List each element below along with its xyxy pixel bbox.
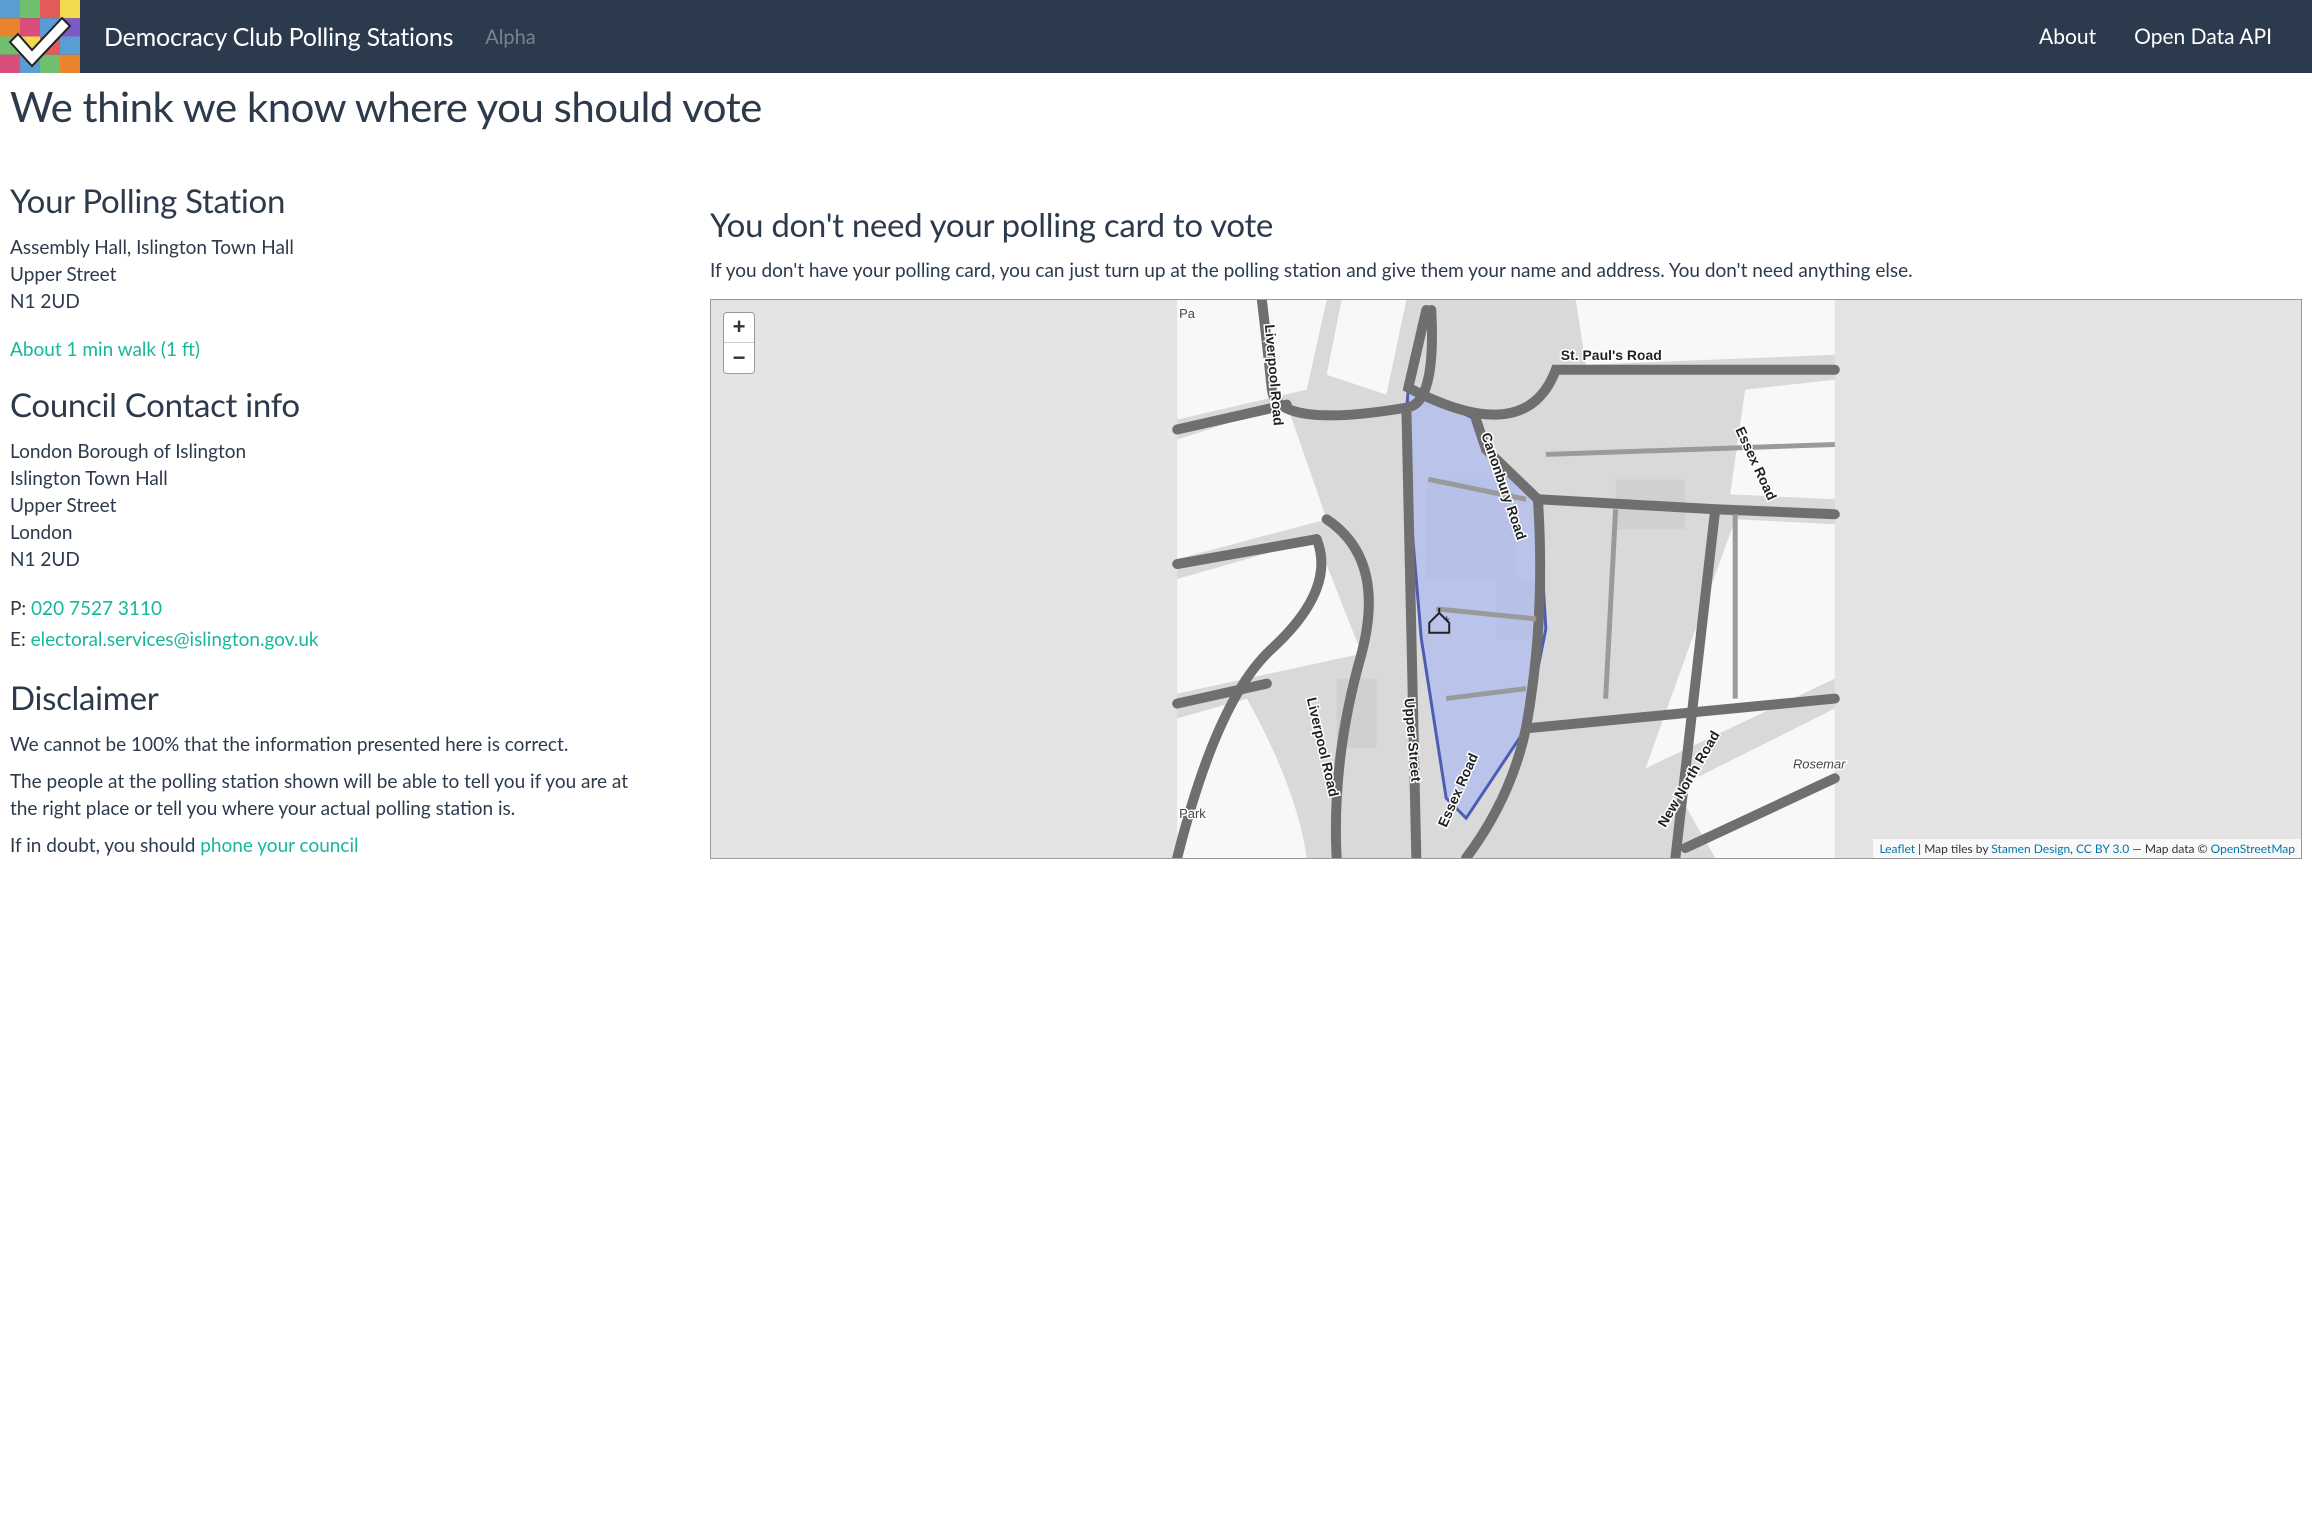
email-label: E: — [10, 628, 31, 651]
phone-council-link[interactable]: phone your council — [200, 834, 358, 857]
council-line3: Upper Street — [10, 494, 116, 517]
attr-sep1: | Map tiles by — [1915, 841, 1991, 856]
page-title: We think we know where you should vote — [10, 81, 2302, 131]
polling-section: Your Polling Station Assembly Hall, Isli… — [10, 181, 650, 361]
logo[interactable] — [0, 0, 80, 73]
council-address: London Borough of Islington Islington To… — [10, 439, 650, 574]
map[interactable]: + − — [710, 299, 2302, 859]
polling-line1: Assembly Hall, Islington Town Hall — [10, 236, 294, 259]
phone-link[interactable]: 020 7527 3110 — [31, 597, 162, 620]
label-rosemar: Rosemar — [1793, 756, 1846, 771]
council-line5: N1 2UD — [10, 548, 80, 571]
zoom-controls: + − — [723, 312, 755, 374]
zoom-in-button[interactable]: + — [724, 313, 754, 343]
disclaimer-p2: The people at the polling station shown … — [10, 769, 650, 823]
council-heading: Council Contact info — [10, 385, 650, 425]
polling-line2: Upper Street — [10, 263, 116, 286]
phone-label: P: — [10, 597, 31, 620]
disclaimer-p3: If in doubt, you should phone your counc… — [10, 833, 650, 860]
council-line1: London Borough of Islington — [10, 440, 246, 463]
cc-link[interactable]: CC BY 3.0 — [2076, 841, 2129, 856]
council-line2: Islington Town Hall — [10, 467, 168, 490]
label-park: Park — [1179, 806, 1206, 821]
disclaimer-p3-prefix: If in doubt, you should — [10, 834, 200, 857]
svg-text:St. Paul's Road: St. Paul's Road — [1561, 346, 1662, 362]
nav-right: About Open Data API — [2039, 24, 2272, 49]
zoom-out-button[interactable]: − — [724, 343, 754, 373]
attr-sep3: — Map data © — [2129, 841, 2210, 856]
council-section: Council Contact info London Borough of I… — [10, 385, 650, 654]
no-card-text: If you don't have your polling card, you… — [710, 257, 2302, 285]
council-email-row: E: electoral.services@islington.gov.uk — [10, 627, 650, 654]
alpha-label: Alpha — [485, 25, 536, 49]
disclaimer-p1: We cannot be 100% that the information p… — [10, 732, 650, 759]
map-attribution: Leaflet | Map tiles by Stamen Design, CC… — [1873, 839, 2301, 858]
nav-api[interactable]: Open Data API — [2134, 24, 2272, 49]
walk-link[interactable]: About 1 min walk (1 ft) — [10, 338, 650, 361]
road-stpauls: St. Paul's Road — [1561, 346, 1662, 362]
nav-about[interactable]: About — [2039, 24, 2096, 49]
label-pa: Pa — [1179, 305, 1196, 320]
svg-text:+: + — [1443, 610, 1450, 625]
polling-heading: Your Polling Station — [10, 181, 650, 221]
polling-address: Assembly Hall, Islington Town Hall Upper… — [10, 235, 650, 316]
polling-line3: N1 2UD — [10, 290, 80, 313]
disclaimer-section: Disclaimer We cannot be 100% that the in… — [10, 678, 650, 860]
leaflet-link[interactable]: Leaflet — [1879, 841, 1915, 856]
navbar: Democracy Club Polling Stations Alpha Ab… — [0, 0, 2312, 73]
email-link[interactable]: electoral.services@islington.gov.uk — [31, 628, 319, 651]
stamen-link[interactable]: Stamen Design — [1991, 841, 2070, 856]
disclaimer-heading: Disclaimer — [10, 678, 650, 718]
osm-link[interactable]: OpenStreetMap — [2211, 841, 2295, 856]
map-tiles[interactable]: + Liverpool Road St. Paul's Road — [711, 300, 2301, 858]
no-card-heading: You don't need your polling card to vote — [710, 205, 2302, 245]
council-line4: London — [10, 521, 72, 544]
brand-link[interactable]: Democracy Club Polling Stations — [104, 22, 453, 52]
council-phone-row: P: 020 7527 3110 — [10, 596, 650, 623]
